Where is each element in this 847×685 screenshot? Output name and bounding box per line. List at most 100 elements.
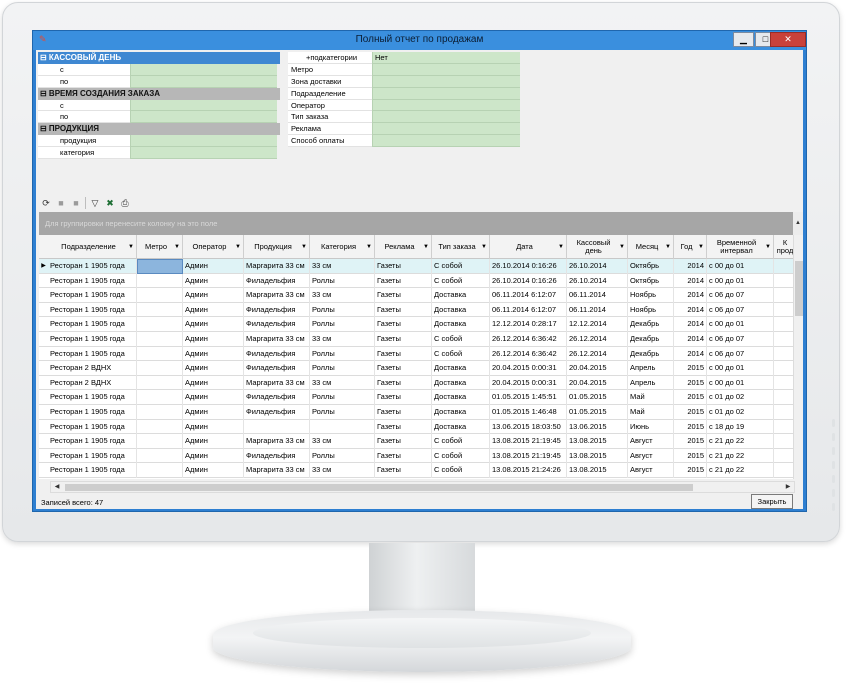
cell-year[interactable]: 2014 — [674, 346, 707, 362]
cell-operator[interactable]: Админ — [183, 346, 244, 362]
cell-order-type[interactable]: С собой — [432, 346, 490, 362]
filter-value-field[interactable] — [372, 63, 520, 76]
cell-metro[interactable] — [137, 390, 183, 405]
cell-date[interactable]: 13.06.2015 18:03:50 — [490, 419, 567, 435]
cell-metro[interactable] — [137, 317, 183, 332]
cell-cash-day[interactable]: 13.08.2015 — [567, 434, 628, 449]
column-filter-dropdown-icon[interactable]: ▼ — [481, 243, 487, 251]
cell-metro[interactable] — [137, 434, 183, 449]
cell-cash-day[interactable]: 01.05.2015 — [567, 390, 628, 405]
column-header-time-interval[interactable]: Временной интервал ▼ — [707, 235, 774, 259]
print-icon[interactable]: ⎙ — [119, 197, 131, 209]
cell-month[interactable]: Июнь — [628, 419, 674, 435]
cell-product[interactable]: Филадельфия — [244, 448, 310, 464]
filter-value-field[interactable] — [372, 99, 520, 112]
cell-year[interactable]: 2015 — [674, 434, 707, 449]
cell-month[interactable]: Май — [628, 404, 674, 420]
cell-cash-day[interactable]: 26.12.2014 — [567, 331, 628, 347]
cell-order-type[interactable]: Доставка — [432, 390, 490, 405]
cell-category[interactable]: Роллы — [310, 361, 375, 376]
cell-time-interval[interactable]: с 06 до 07 — [707, 346, 774, 362]
table-row[interactable]: Ресторан 2 ВДНХ Админ Филадельфия Роллы Газе… — [39, 361, 793, 376]
cell-ads[interactable]: Газеты — [375, 346, 432, 362]
cell-date[interactable]: 01.05.2015 1:46:48 — [490, 404, 567, 420]
cell-order-type[interactable]: Доставка — [432, 317, 490, 332]
cell-order-type[interactable]: С собой — [432, 463, 490, 478]
cell-year[interactable]: 2015 — [674, 419, 707, 435]
cell-metro[interactable] — [137, 448, 183, 464]
cell-cash-day[interactable]: 06.11.2014 — [567, 288, 628, 303]
cell-year[interactable]: 2014 — [674, 259, 707, 274]
cell-category[interactable]: 33 см — [310, 375, 375, 391]
cell-ads[interactable]: Газеты — [375, 288, 432, 303]
cell-subdivision[interactable]: Ресторан 1 1905 года — [48, 302, 137, 318]
cell-order-type[interactable]: Доставка — [432, 419, 490, 435]
cell-time-interval[interactable]: с 18 до 19 — [707, 419, 774, 435]
close-window-button[interactable]: ✕ — [770, 32, 806, 47]
cell-time-interval[interactable]: с 21 до 22 — [707, 448, 774, 464]
cell-order-type[interactable]: С собой — [432, 259, 490, 274]
column-filter-dropdown-icon[interactable]: ▼ — [128, 243, 134, 251]
cell-operator[interactable]: Админ — [183, 331, 244, 347]
cell-subdivision[interactable]: Ресторан 2 ВДНХ — [48, 375, 137, 391]
cell-year[interactable]: 2015 — [674, 361, 707, 376]
column-header-category[interactable]: Категория ▼ — [310, 235, 375, 259]
cell-order-type[interactable]: Доставка — [432, 404, 490, 420]
cell-subdivision[interactable]: Ресторан 1 1905 года — [48, 448, 137, 464]
minimize-button[interactable]: ▁ — [733, 32, 754, 47]
cell-subdivision[interactable]: Ресторан 2 ВДНХ — [48, 361, 137, 376]
cell-date[interactable]: 06.11.2014 6:12:07 — [490, 302, 567, 318]
stop-icon[interactable]: ■ — [70, 197, 82, 209]
cell-operator[interactable]: Админ — [183, 434, 244, 449]
vertical-scrollbar[interactable] — [793, 235, 803, 479]
cell-category[interactable] — [310, 419, 375, 435]
filter-value-field[interactable] — [372, 135, 520, 148]
filter-value-field[interactable] — [130, 99, 277, 112]
cell-product[interactable] — [244, 419, 310, 435]
cell-time-interval[interactable]: с 00 до 01 — [707, 259, 774, 274]
cell-cash-day[interactable]: 13.08.2015 — [567, 448, 628, 464]
cell-time-interval[interactable]: с 06 до 07 — [707, 331, 774, 347]
cell-date[interactable]: 26.12.2014 6:36:42 — [490, 346, 567, 362]
table-row[interactable]: Ресторан 1 1905 года Админ Филадельфия Ролл… — [39, 302, 793, 318]
cell-time-interval[interactable]: с 00 до 01 — [707, 273, 774, 289]
cell-category[interactable]: Роллы — [310, 302, 375, 318]
cell-ads[interactable]: Газеты — [375, 317, 432, 332]
table-row[interactable]: Ресторан 1 1905 года Админ Филадельфия Ролл… — [39, 448, 793, 464]
cell-ads[interactable]: Газеты — [375, 331, 432, 347]
column-header-order-type[interactable]: Тип заказа ▼ — [432, 235, 490, 259]
filter-value-field[interactable] — [130, 147, 277, 160]
cell-cash-day[interactable]: 13.06.2015 — [567, 419, 628, 435]
scroll-right-arrow-icon[interactable]: ▶ — [782, 482, 794, 492]
cell-ads[interactable]: Газеты — [375, 361, 432, 376]
column-filter-dropdown-icon[interactable]: ▼ — [301, 243, 307, 251]
cell-subdivision[interactable]: Ресторан 1 1905 года — [48, 463, 137, 478]
scroll-up-arrow-icon[interactable]: ▲ — [793, 212, 803, 235]
cell-subdivision[interactable]: Ресторан 1 1905 года — [48, 273, 137, 289]
cell-cash-day[interactable]: 20.04.2015 — [567, 375, 628, 391]
cell-product[interactable]: Маргарита 33 см — [244, 288, 310, 303]
cell-metro[interactable] — [137, 463, 183, 478]
column-filter-dropdown-icon[interactable]: ▼ — [558, 243, 564, 251]
cell-category[interactable]: 33 см — [310, 331, 375, 347]
cell-metro[interactable] — [137, 288, 183, 303]
cell-order-type[interactable]: С собой — [432, 434, 490, 449]
table-row[interactable]: Ресторан 1 1905 года Админ Газеты Доставка 1… — [39, 419, 793, 435]
cell-subdivision[interactable]: Ресторан 1 1905 года — [48, 390, 137, 405]
column-filter-dropdown-icon[interactable]: ▼ — [665, 243, 671, 251]
table-row[interactable]: Ресторан 2 ВДНХ Админ Маргарита 33 см 33 см… — [39, 375, 793, 391]
table-row[interactable]: Ресторан 1 1905 года Админ Филадельфия Ролл… — [39, 273, 793, 289]
cell-metro[interactable] — [137, 273, 183, 289]
refresh-icon[interactable]: ⟳ — [40, 197, 52, 209]
table-row[interactable]: Ресторан 1 1905 года Админ Маргарита 33 см… — [39, 288, 793, 303]
filter-group-header[interactable]: ⊟ КАССОВЫЙ ДЕНЬ — [38, 52, 280, 64]
cell-year[interactable]: 2014 — [674, 331, 707, 347]
cell-order-type[interactable]: С собой — [432, 331, 490, 347]
cell-cash-day[interactable]: 13.08.2015 — [567, 463, 628, 478]
cell-operator[interactable]: Админ — [183, 361, 244, 376]
cell-cash-day[interactable]: 26.10.2014 — [567, 259, 628, 274]
column-filter-dropdown-icon[interactable]: ▼ — [698, 243, 704, 251]
table-row[interactable]: Ресторан 1 1905 года Админ Филадельфия Ролл… — [39, 346, 793, 362]
cell-ads[interactable]: Газеты — [375, 419, 432, 435]
title-bar[interactable]: ✎ Полный отчет по продажам ▁ □ ✕ — [33, 31, 806, 50]
